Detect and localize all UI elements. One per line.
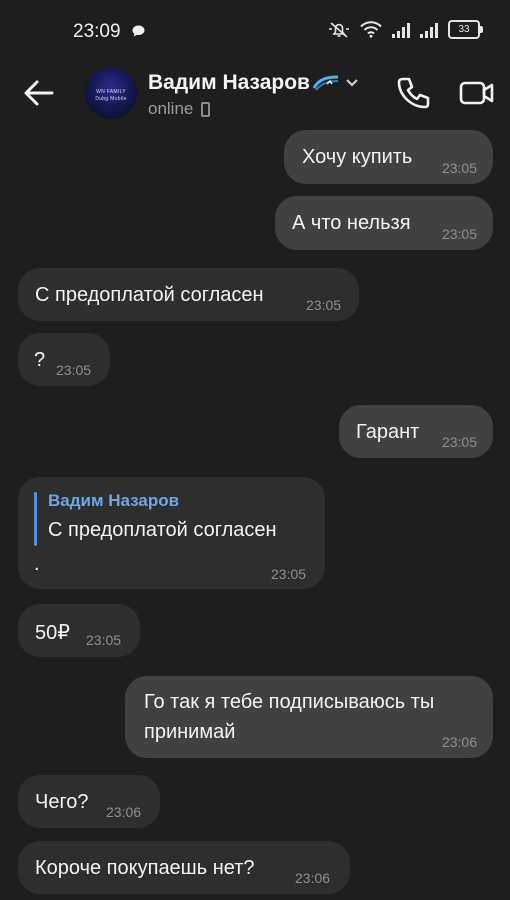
message-bubble-incoming[interactable]: ? 23:05 xyxy=(18,333,110,386)
contact-name: Вадим Назаров xyxy=(148,71,310,94)
reply-quoted-text: С предоплатой согласен xyxy=(48,519,277,541)
signal-icon-1 xyxy=(392,22,410,38)
message-text: Гарант xyxy=(356,421,420,443)
wifi-icon xyxy=(360,21,382,38)
message-bubble-outgoing[interactable]: А что нельзя 23:05 xyxy=(275,196,493,250)
zenit-emoji-icon xyxy=(312,75,338,91)
message-time: 23:05 xyxy=(306,297,342,313)
status-bar: 23:09 33 xyxy=(0,0,510,60)
reply-accent-bar xyxy=(34,492,37,546)
message-text: С предоплатой согласен xyxy=(35,284,264,306)
mobile-device-icon xyxy=(201,101,211,117)
reply-author[interactable]: Вадим Назаров xyxy=(48,491,179,511)
avatar[interactable]: WN FAMILY Dubg Mobile xyxy=(85,67,137,119)
message-time: 23:05 xyxy=(441,434,477,450)
mute-bell-icon xyxy=(329,21,349,38)
message-text: ? xyxy=(34,349,46,371)
message-text-line-2: принимай xyxy=(144,721,236,743)
status-time: 23:09 xyxy=(73,21,121,42)
message-time: 23:05 xyxy=(86,632,122,648)
message-text: 50₽ xyxy=(35,622,70,644)
message-text: Хочу купить xyxy=(302,146,413,168)
message-time: 23:05 xyxy=(441,226,477,242)
message-text: Чего? xyxy=(35,791,89,813)
back-arrow-icon[interactable] xyxy=(22,76,56,110)
presence-text: online xyxy=(148,99,194,118)
message-bubble-outgoing[interactable]: Го так я тебе подписываюсь ты принимай 2… xyxy=(125,676,493,758)
message-time: 23:05 xyxy=(271,566,307,582)
avatar-text-1: WN FAMILY xyxy=(96,89,126,95)
message-bubble-incoming[interactable]: 50₽ 23:05 xyxy=(18,604,140,657)
message-text: Короче покупаешь нет? xyxy=(35,857,255,879)
message-time: 23:05 xyxy=(441,160,477,176)
video-call-icon[interactable] xyxy=(459,78,495,108)
phone-call-icon[interactable] xyxy=(395,75,431,111)
contact-name-row[interactable]: Вадим Назаров xyxy=(148,71,359,95)
message-bubble-outgoing[interactable]: Гарант 23:05 xyxy=(339,405,493,458)
message-bubble-incoming-reply[interactable]: Вадим Назаров С предоплатой согласен . 2… xyxy=(18,477,325,589)
presence-status: online xyxy=(148,99,211,119)
message-time: 23:06 xyxy=(441,734,477,750)
message-bubble-incoming[interactable]: Чего? 23:06 xyxy=(18,775,160,828)
signal-icon-2 xyxy=(420,22,438,38)
chat-header: WN FAMILY Dubg Mobile Вадим Назаров onli… xyxy=(0,60,510,125)
message-text: . xyxy=(34,553,40,575)
message-notification-icon xyxy=(132,25,145,37)
message-bubble-incoming[interactable]: С предоплатой согласен 23:05 xyxy=(18,268,359,321)
chevron-down-icon[interactable] xyxy=(345,78,359,88)
message-bubble-outgoing[interactable]: Хочу купить 23:05 xyxy=(284,130,493,184)
message-time: 23:05 xyxy=(56,362,92,378)
message-text-line-1: Го так я тебе подписываюсь ты xyxy=(144,691,435,713)
message-time: 23:06 xyxy=(295,870,331,886)
message-time: 23:06 xyxy=(106,804,142,820)
message-text: А что нельзя xyxy=(292,212,411,234)
message-bubble-incoming[interactable]: Короче покупаешь нет? 23:06 xyxy=(18,841,350,894)
battery-indicator: 33 xyxy=(448,20,483,39)
avatar-text-2: Dubg Mobile xyxy=(95,96,127,102)
